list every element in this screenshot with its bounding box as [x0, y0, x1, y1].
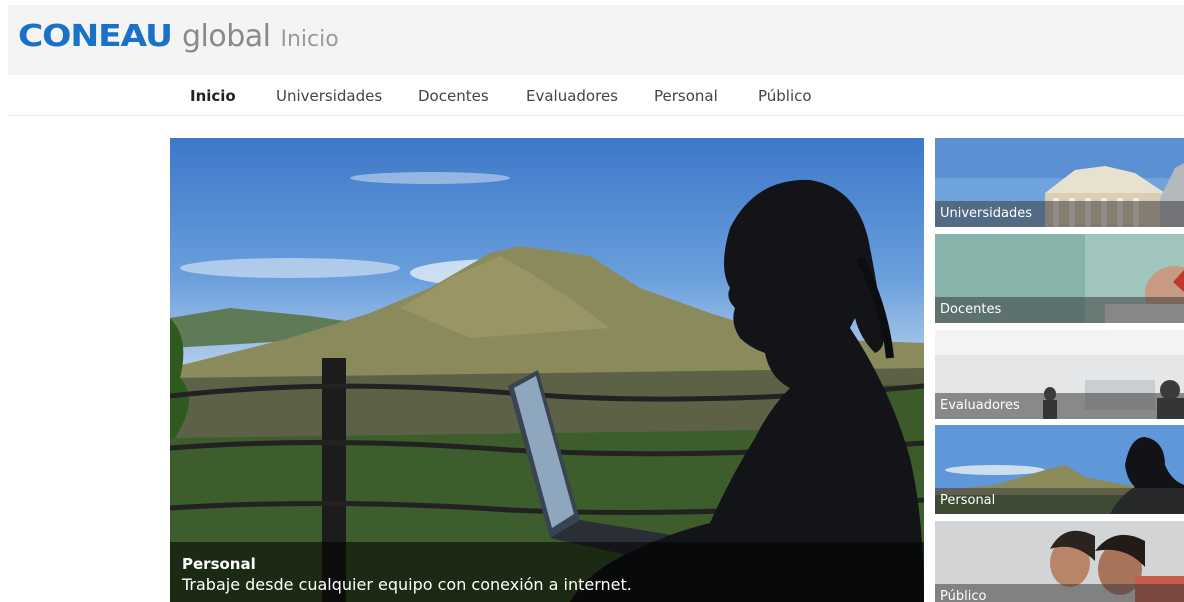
- thumb-docentes[interactable]: Docentes: [935, 234, 1184, 323]
- logo-mark: CONEAU: [18, 19, 173, 54]
- thumb-label: Evaluadores: [935, 393, 1184, 419]
- thumb-label: Universidades: [935, 201, 1184, 227]
- hero-image: [170, 172, 924, 602]
- thumb-label: Público: [935, 584, 1184, 602]
- thumb-label: Personal: [935, 488, 1184, 514]
- thumb-publico[interactable]: Público: [935, 521, 1184, 602]
- nav-item-docentes[interactable]: Docentes: [418, 87, 489, 105]
- nav-item-evaluadores[interactable]: Evaluadores: [526, 87, 618, 105]
- hero-caption-text: Trabaje desde cualquier equipo con conex…: [182, 575, 632, 594]
- nav-item-personal[interactable]: Personal: [654, 87, 718, 105]
- nav-item-universidades[interactable]: Universidades: [276, 87, 382, 105]
- hero-caption-title: Personal: [182, 555, 256, 573]
- thumb-evaluadores[interactable]: Evaluadores: [935, 330, 1184, 419]
- hero-caption: Personal Trabaje desde cualquier equipo …: [170, 542, 924, 602]
- thumb-universidades[interactable]: Universidades: [935, 138, 1184, 227]
- hero-slide[interactable]: Personal Trabaje desde cualquier equipo …: [170, 138, 924, 602]
- section-title: Inicio: [280, 27, 339, 52]
- site-header: CONEAU global Inicio: [8, 5, 1184, 75]
- main-nav: Inicio Universidades Docentes Evaluadore…: [8, 75, 1184, 116]
- thumb-personal[interactable]: Personal: [935, 425, 1184, 514]
- nav-item-publico[interactable]: Público: [758, 87, 812, 105]
- coneau-global-logo[interactable]: CONEAU global Inicio: [18, 19, 339, 63]
- thumb-label: Docentes: [935, 297, 1184, 323]
- nav-item-inicio[interactable]: Inicio: [190, 87, 236, 105]
